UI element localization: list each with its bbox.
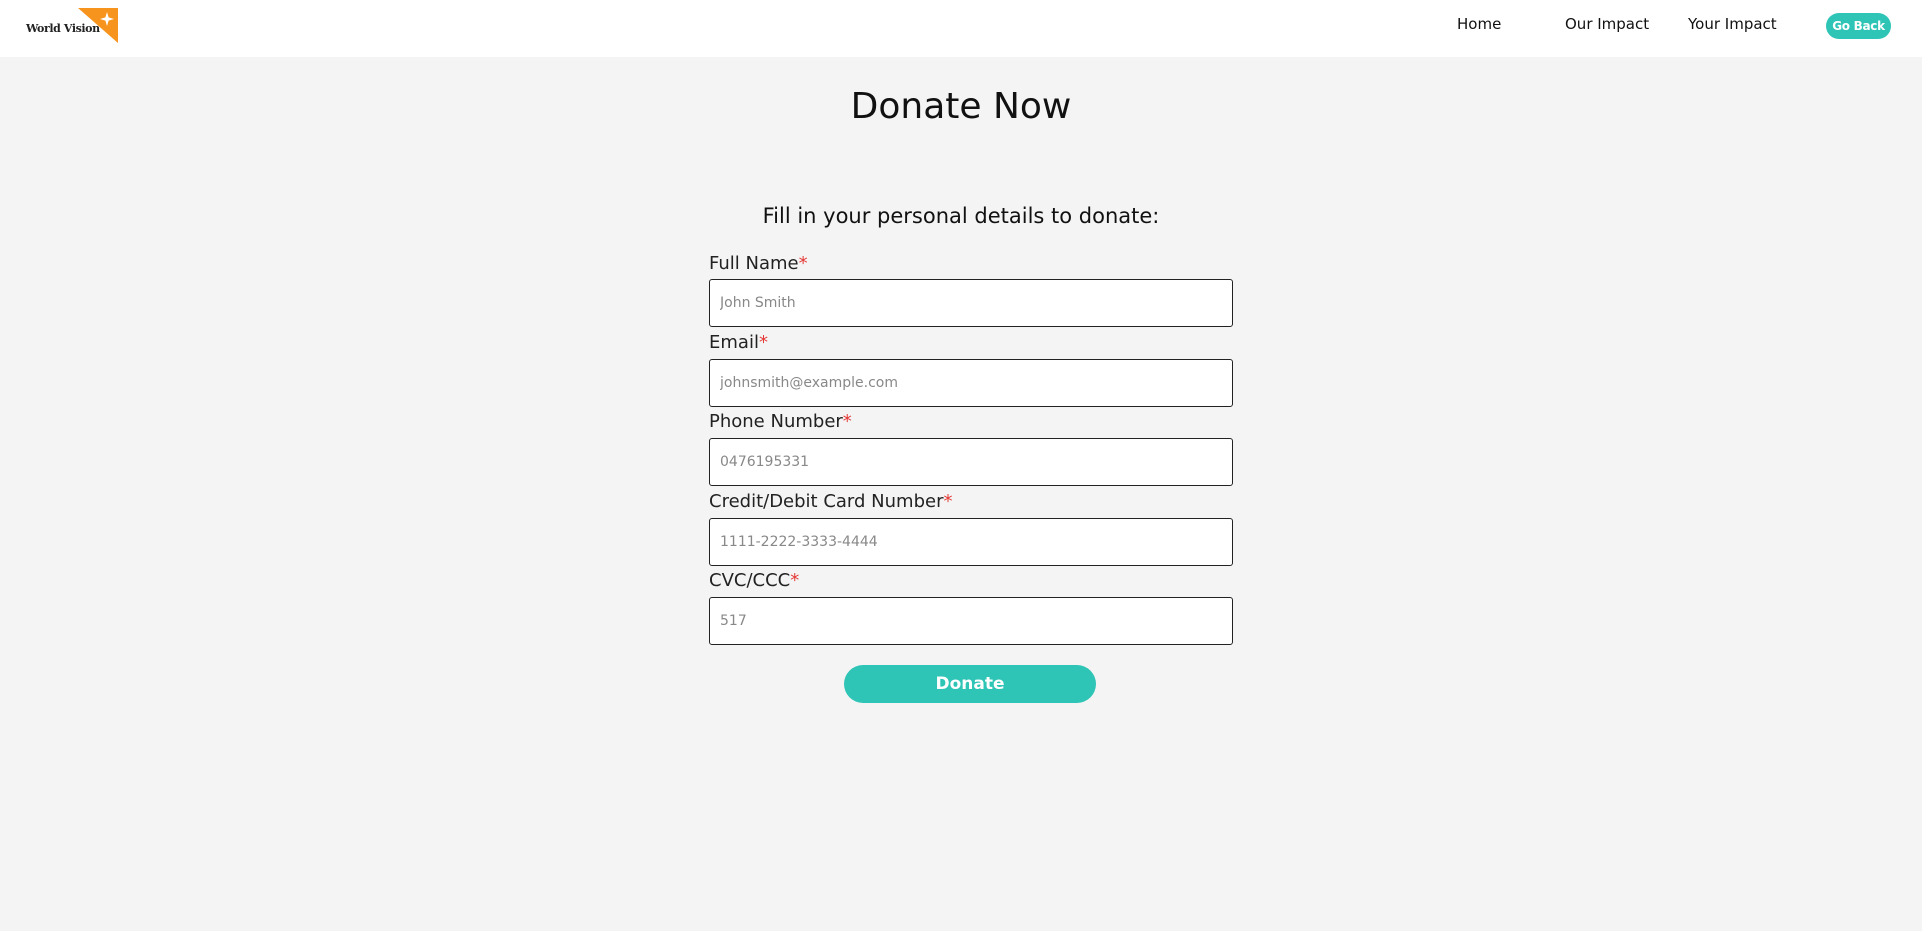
phone-input[interactable] bbox=[709, 438, 1233, 486]
required-marker: * bbox=[758, 332, 768, 353]
go-back-button[interactable]: Go Back bbox=[1826, 13, 1891, 39]
email-label-text: Email bbox=[709, 332, 759, 353]
full-name-label-text: Full Name bbox=[709, 253, 799, 274]
donate-button[interactable]: Donate bbox=[844, 665, 1096, 703]
phone-label-text: Phone Number bbox=[709, 411, 843, 432]
form-heading: Fill in your personal details to donate: bbox=[762, 204, 1160, 228]
email-label: Email* bbox=[709, 332, 768, 353]
cvc-label-text: CVC/CCC bbox=[709, 570, 791, 591]
card-number-input[interactable] bbox=[709, 518, 1233, 566]
top-navbar: World Vision Home Our Impact Your Impact… bbox=[0, 0, 1922, 57]
nav-our-impact-link[interactable]: Our Impact bbox=[1565, 15, 1649, 33]
cvc-label: CVC/CCC* bbox=[709, 570, 799, 591]
card-number-label-text: Credit/Debit Card Number bbox=[709, 491, 944, 512]
nav-your-impact-link[interactable]: Your Impact bbox=[1688, 15, 1777, 33]
required-marker: * bbox=[943, 491, 953, 512]
nav-home-link[interactable]: Home bbox=[1457, 15, 1501, 33]
world-vision-logo[interactable]: World Vision bbox=[26, 6, 121, 44]
phone-label: Phone Number* bbox=[709, 411, 852, 432]
card-number-label: Credit/Debit Card Number* bbox=[709, 491, 952, 512]
required-marker: * bbox=[790, 570, 800, 591]
full-name-input[interactable] bbox=[709, 279, 1233, 327]
full-name-label: Full Name* bbox=[709, 253, 808, 274]
logo-text: World Vision bbox=[26, 22, 100, 35]
required-marker: * bbox=[798, 253, 808, 274]
cvc-input[interactable] bbox=[709, 597, 1233, 645]
required-marker: * bbox=[842, 411, 852, 432]
email-input[interactable] bbox=[709, 359, 1233, 407]
page-title: Donate Now bbox=[850, 86, 1072, 127]
